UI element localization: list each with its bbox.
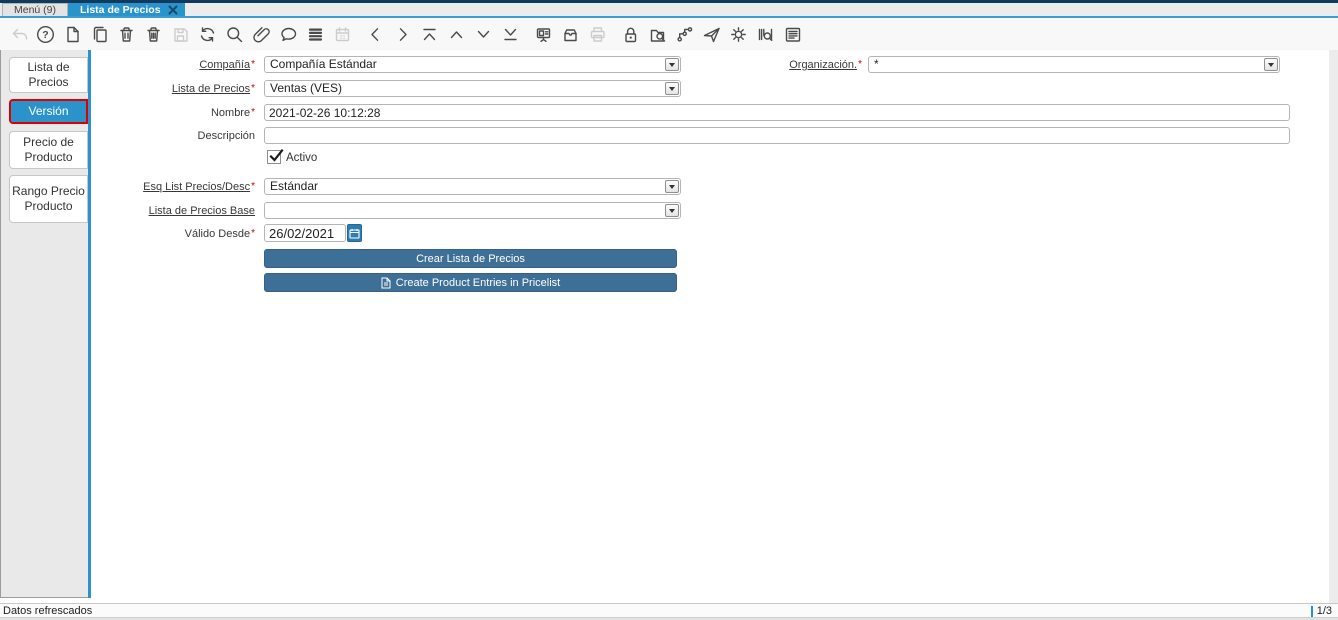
compania-combo[interactable]: Compañía Estándar: [264, 56, 681, 73]
organizacion-value: *: [869, 57, 1279, 72]
tab-lista-de-precios[interactable]: Lista de Precios: [68, 3, 185, 16]
nombre-label: Nombre*: [95, 107, 255, 119]
product-info-barcode-icon[interactable]: [756, 25, 775, 44]
crear-lista-de-precios-button[interactable]: Crear Lista de Precios: [264, 249, 677, 268]
parent-record-icon[interactable]: [447, 25, 466, 44]
compania-label: Compañía*: [95, 59, 255, 71]
record-indicator-bar: [1311, 606, 1313, 617]
sidebar-tab-version[interactable]: Versión: [9, 99, 88, 124]
sidebar-divider: [88, 50, 91, 598]
sidebar-tab-precio-de-producto[interactable]: Precio de Producto: [9, 131, 88, 169]
lista-de-precios-label: Lista de Precios*: [95, 83, 255, 95]
tab-lista-de-precios-label: Lista de Precios: [80, 4, 161, 16]
esq-list-precios-value: Estándar: [265, 179, 680, 194]
report-icon[interactable]: [534, 25, 553, 44]
compania-value: Compañía Estándar: [265, 57, 680, 72]
archive-icon[interactable]: [561, 25, 580, 44]
organizacion-combo[interactable]: *: [868, 56, 1280, 73]
activo-label: Activo: [286, 152, 317, 164]
create-product-entries-button[interactable]: Create Product Entries in Pricelist: [264, 273, 677, 292]
previous-record-icon[interactable]: [366, 25, 385, 44]
sidebar-tab-rango-precio-producto[interactable]: Rango Precio Producto: [9, 175, 88, 223]
nombre-input[interactable]: [264, 104, 1290, 121]
report-viewer-icon[interactable]: [783, 25, 802, 44]
lista-precios-base-label: Lista de Precios Base: [95, 205, 255, 217]
toolbar: ? 31: [0, 18, 1338, 50]
activo-checkbox[interactable]: [267, 150, 281, 164]
find-icon[interactable]: [225, 25, 244, 44]
status-message: Datos refrescados: [3, 605, 92, 617]
tab-menu[interactable]: Menú (9): [2, 3, 68, 16]
delete-record-icon[interactable]: [117, 25, 136, 44]
chevron-down-icon[interactable]: [665, 82, 679, 95]
calendar-icon: 31: [333, 25, 352, 44]
sidebar-tab-label: Lista de Precios: [10, 60, 87, 90]
print-icon: [588, 25, 607, 44]
calendar-picker-icon[interactable]: [347, 224, 362, 242]
zoom-across-icon[interactable]: [648, 25, 667, 44]
chevron-down-icon[interactable]: [665, 204, 679, 217]
refresh-icon[interactable]: [198, 25, 217, 44]
lista-de-precios-value: Ventas (VES): [265, 81, 680, 96]
chevron-down-icon[interactable]: [1264, 58, 1278, 71]
save-icon: [171, 25, 190, 44]
chevron-down-icon[interactable]: [665, 58, 679, 71]
lista-precios-base-combo[interactable]: [264, 202, 681, 219]
esq-list-precios-label: Esq List Precios/Desc*: [95, 181, 255, 193]
sidebar-tab-label: Rango Precio Producto: [10, 184, 87, 214]
descripcion-label: Descripción: [95, 130, 255, 142]
send-mail-icon[interactable]: [702, 25, 721, 44]
next-record-icon[interactable]: [393, 25, 412, 44]
sidebar-tab-label: Precio de Producto: [10, 135, 87, 165]
window-tabbar: Menú (9) Lista de Precios: [0, 3, 1338, 18]
sidebar-tab-label: Versión: [28, 104, 68, 119]
copy-record-icon[interactable]: [90, 25, 109, 44]
record-indicator: 1/3: [1311, 605, 1332, 617]
private-record-lock-icon[interactable]: [621, 25, 640, 44]
new-record-icon[interactable]: [63, 25, 82, 44]
attachment-icon[interactable]: [252, 25, 271, 44]
descripcion-input[interactable]: [264, 127, 1290, 144]
lista-de-precios-combo[interactable]: Ventas (VES): [264, 80, 681, 97]
valido-desde-label: Válido Desde*: [95, 228, 255, 240]
delete-selection-icon[interactable]: [144, 25, 163, 44]
grid-toggle-icon[interactable]: [306, 25, 325, 44]
chevron-down-icon[interactable]: [665, 180, 679, 193]
tab-menu-label: Menú (9): [14, 4, 56, 16]
undo-icon: [9, 25, 28, 44]
svg-text:?: ?: [42, 29, 48, 41]
help-icon[interactable]: ?: [36, 25, 55, 44]
status-bar: Datos refrescados 1/3: [0, 603, 1338, 617]
organizacion-label: Organización.*: [702, 59, 862, 71]
sidebar-tab-lista-de-precios[interactable]: Lista de Precios: [9, 57, 88, 93]
document-copy-icon: [381, 277, 391, 289]
process-gear-icon[interactable]: [729, 25, 748, 44]
version-form: Compañía* Compañía Estándar Organización…: [0, 0, 1338, 620]
valido-desde-input[interactable]: [264, 224, 346, 242]
detail-record-icon[interactable]: [474, 25, 493, 44]
first-record-icon[interactable]: [420, 25, 439, 44]
svg-text:31: 31: [339, 35, 345, 41]
last-record-icon[interactable]: [501, 25, 520, 44]
right-scroll-strip[interactable]: [1329, 50, 1338, 603]
application-window: Menú (9) Lista de Precios ? 31: [0, 0, 1338, 620]
close-icon[interactable]: [168, 5, 178, 15]
esq-list-precios-combo[interactable]: Estándar: [264, 178, 681, 195]
chat-icon[interactable]: [279, 25, 298, 44]
workflow-icon[interactable]: [675, 25, 694, 44]
